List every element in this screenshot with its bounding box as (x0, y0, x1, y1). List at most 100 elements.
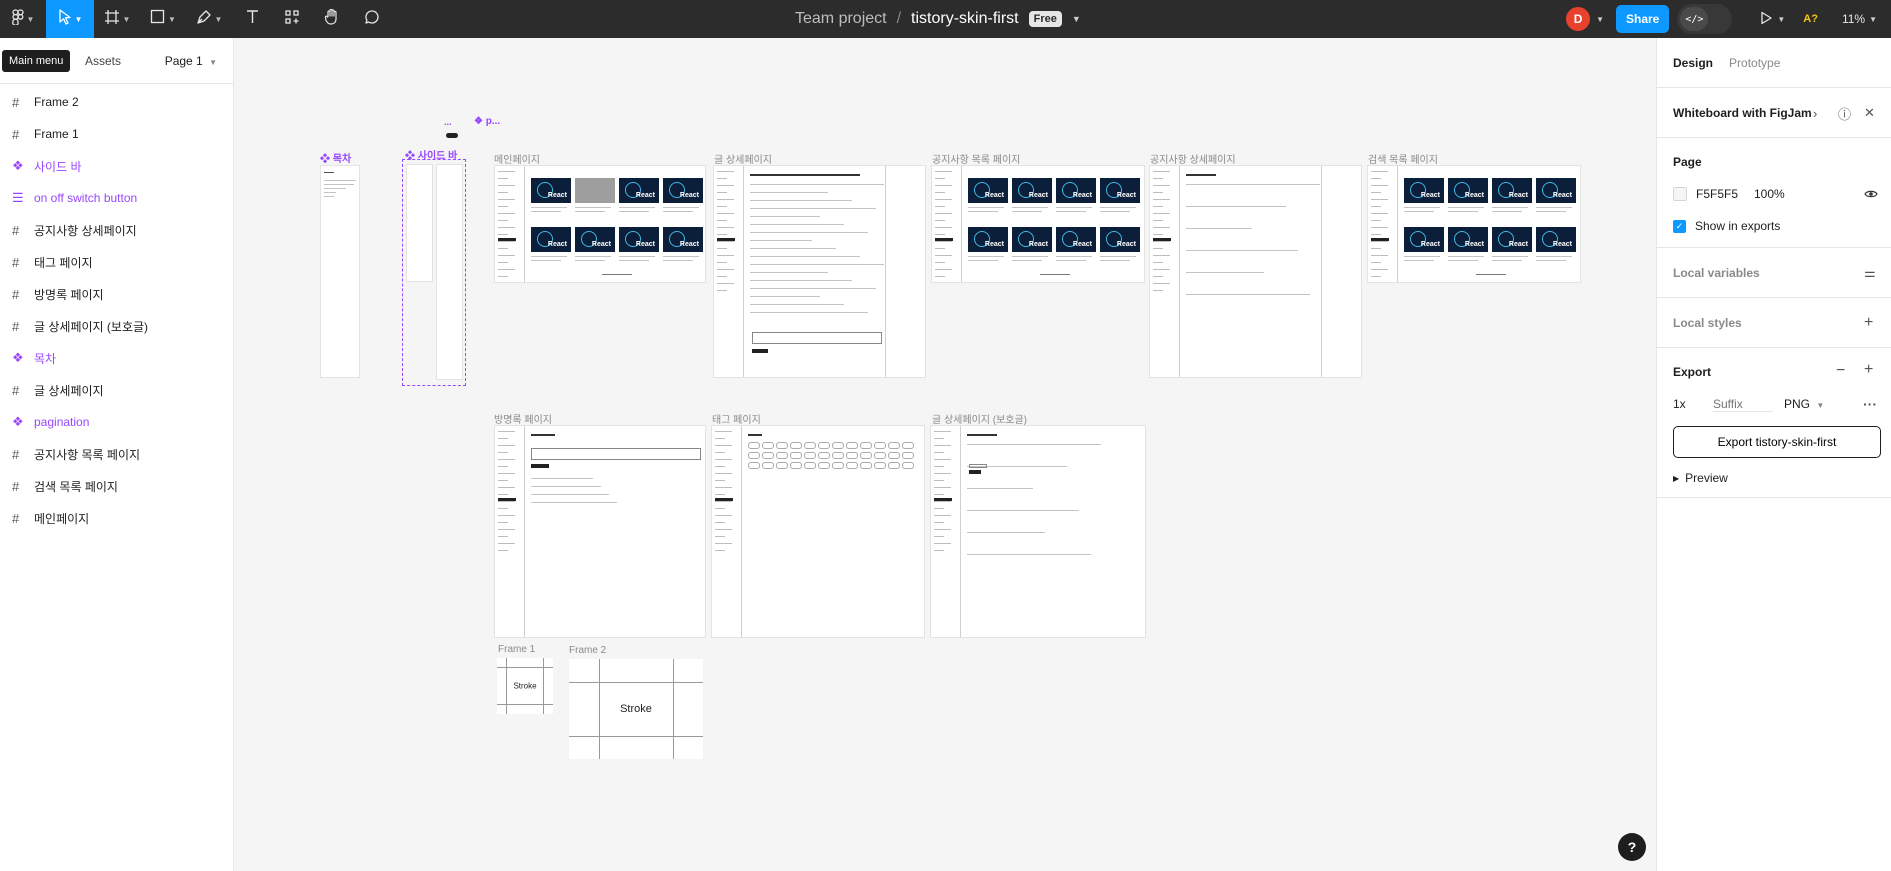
plan-badge[interactable]: Free (1028, 11, 1062, 27)
canvas-label-notice-detail[interactable]: 공지사항 상세페이지 (1150, 151, 1236, 166)
chevron-right-icon[interactable]: ▶ (1673, 474, 1679, 483)
frame-post-protected[interactable] (930, 425, 1146, 638)
layer-item[interactable]: # 태그 페이지 (0, 246, 233, 278)
chevron-down-icon[interactable]: ▼ (1072, 14, 1081, 24)
canvas-label-toc[interactable]: ❖ 목차 (320, 150, 351, 165)
layer-item[interactable]: ❖ pagination (0, 406, 233, 438)
show-in-exports-checkbox[interactable]: ✓ (1673, 219, 1686, 233)
sidebar-variant[interactable] (406, 164, 433, 282)
sidebar-text-line (1153, 241, 1170, 242)
team-name[interactable]: Team project (795, 10, 887, 28)
frame-1[interactable]: Stroke (497, 658, 553, 714)
pen-tool-button[interactable]: ▼ (186, 0, 232, 38)
layer-item[interactable]: # 방명록 페이지 (0, 278, 233, 310)
canvas-label-search-list[interactable]: 검색 목록 페이지 (1368, 151, 1438, 166)
tab-design[interactable]: Design (1673, 56, 1713, 70)
frame-2[interactable]: Stroke (569, 659, 703, 759)
accessibility-check-icon[interactable]: A? (1803, 13, 1818, 25)
canvas-label-tag-page[interactable]: 태그 페이지 (712, 411, 761, 426)
layer-item[interactable]: # 메인페이지 (0, 502, 233, 534)
breadcrumb-separator: / (896, 10, 902, 27)
info-icon[interactable]: ⓘ (1838, 104, 1851, 123)
switch-button-component[interactable] (446, 133, 458, 138)
canvas-label-frame1[interactable]: Frame 1 (498, 644, 535, 655)
canvas-label-notice-list[interactable]: 공지사항 목록 페이지 (932, 151, 1020, 166)
layer-item[interactable]: ❖ 목차 (0, 342, 233, 374)
canvas-label-main-page[interactable]: 메인페이지 (494, 151, 540, 166)
sidebar-text-line (715, 487, 732, 488)
page-color-value[interactable]: F5F5F5 (1696, 187, 1738, 201)
local-variables-title[interactable]: Local variables (1673, 266, 1760, 280)
frame-search-list[interactable]: React React React React React React React React (1367, 165, 1581, 283)
layer-item[interactable]: # Frame 2 (0, 86, 233, 118)
canvas-label-post-detail[interactable]: 글 상세페이지 (714, 151, 772, 166)
page-opacity-value[interactable]: 100% (1754, 187, 1785, 201)
zoom-control[interactable]: 11% ▼ (1842, 12, 1877, 26)
export-button[interactable]: Export tistory-skin-first (1673, 426, 1881, 458)
share-button[interactable]: Share (1615, 5, 1670, 33)
avatar[interactable]: D (1566, 7, 1591, 31)
comment-tool-button[interactable] (352, 0, 392, 38)
frame-post-detail[interactable] (713, 165, 926, 378)
layer-label: 검색 목록 페이지 (34, 479, 118, 494)
layer-item[interactable]: ☰ on off switch button (0, 182, 233, 214)
hand-tool-button[interactable] (312, 0, 352, 38)
frame-icon: # (12, 126, 20, 142)
chevron-down-icon[interactable]: ▼ (1596, 15, 1604, 24)
layer-item[interactable]: # 글 상세페이지 (0, 374, 233, 406)
move-tool-button[interactable]: ▼ (46, 0, 94, 38)
variables-icon[interactable]: ⚌ (1864, 265, 1876, 281)
canvas-label-post-protected[interactable]: 글 상세페이지 (보호글) (932, 411, 1027, 426)
add-icon[interactable]: + (1864, 314, 1873, 332)
chevron-down-icon: ▼ (1816, 401, 1825, 410)
present-button[interactable]: ▼ (1760, 11, 1785, 28)
canvas-label-frame2[interactable]: Frame 2 (569, 645, 606, 656)
post-card: React (1492, 227, 1532, 252)
page-color-swatch[interactable] (1673, 187, 1687, 201)
frame-notice-detail[interactable] (1149, 165, 1362, 378)
add-icon[interactable]: + (1864, 361, 1873, 379)
right-panel-tabs: Design Prototype (1657, 38, 1891, 88)
sidebar-component-set[interactable] (402, 159, 466, 386)
layer-item[interactable]: # 글 상세페이지 (보호글) (0, 310, 233, 342)
layer-item[interactable]: # 공지사항 상세페이지 (0, 214, 233, 246)
tab-prototype[interactable]: Prototype (1729, 56, 1780, 70)
file-name[interactable]: tistory-skin-first (911, 10, 1019, 28)
canvas-label-dots[interactable]: ... (444, 117, 452, 127)
frame-notice-list[interactable]: React React React React React React React React (931, 165, 1145, 283)
sidebar-variant[interactable] (436, 164, 463, 380)
text-tool-button[interactable] (232, 0, 272, 38)
eye-icon[interactable] (1864, 187, 1878, 202)
frame-main-page[interactable]: React React React React React React React (494, 165, 706, 283)
sidebar-text-line (498, 255, 515, 256)
remove-icon[interactable]: − (1836, 362, 1845, 380)
figjam-promo-text[interactable]: Whiteboard with FigJam (1673, 106, 1812, 120)
help-button[interactable]: ? (1618, 833, 1646, 861)
frame-guestbook[interactable] (494, 425, 706, 638)
canvas-label-pagination[interactable]: ❖ p... (474, 116, 500, 127)
layer-item[interactable]: # 공지사항 목록 페이지 (0, 438, 233, 470)
layer-item[interactable]: # 검색 목록 페이지 (0, 470, 233, 502)
layer-item[interactable]: # Frame 1 (0, 118, 233, 150)
export-format-select[interactable]: PNG ▼ (1784, 397, 1824, 411)
layer-item[interactable]: ❖ 사이드 바 (0, 150, 233, 182)
page-select[interactable]: Page 1 ▼ (165, 54, 217, 68)
export-scale[interactable]: 1x (1673, 397, 1686, 411)
canvas-label-guestbook[interactable]: 방명록 페이지 (494, 411, 552, 426)
toc-component[interactable] (320, 165, 360, 378)
sidebar-text-line (935, 241, 952, 242)
canvas[interactable]: ❖ 목차 ❖ 사이드 바 ... ❖ p... 메인페이지 글 상세페이지 공지… (235, 38, 1656, 871)
frame-tag-page[interactable] (711, 425, 925, 638)
main-menu-button[interactable]: ▼ (0, 0, 46, 38)
sidebar-text-line (715, 536, 725, 537)
export-suffix-input[interactable] (1713, 396, 1773, 412)
shape-tool-button[interactable]: ▼ (140, 0, 186, 38)
dev-mode-toggle[interactable]: </> (1677, 4, 1733, 34)
tab-assets[interactable]: Assets (85, 54, 121, 68)
frame-tool-button[interactable]: ▼ (94, 0, 140, 38)
preview-toggle[interactable]: Preview (1685, 471, 1728, 485)
more-options-icon[interactable]: ··· (1863, 396, 1877, 412)
resources-tool-button[interactable] (272, 0, 312, 38)
chevron-right-icon[interactable]: › (1813, 106, 1817, 121)
close-icon[interactable]: ✕ (1864, 105, 1875, 121)
